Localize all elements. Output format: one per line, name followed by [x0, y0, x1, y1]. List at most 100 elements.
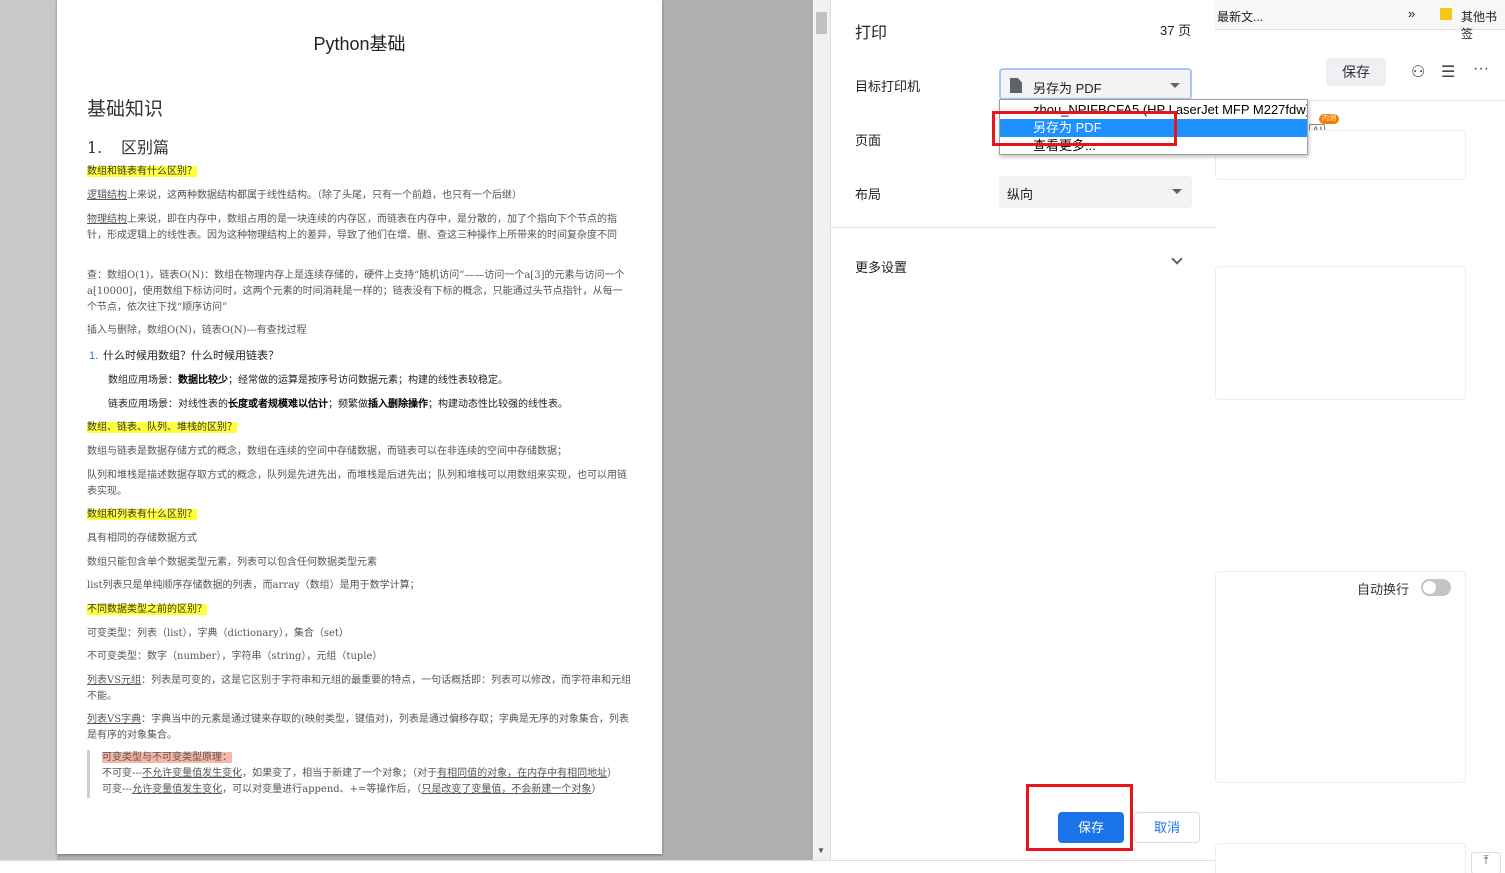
- underlined-term: 只是改变了变量值，不会新建一个对象: [421, 784, 592, 795]
- paragraph: 不可变类型：数字（number），字符串（string），元组（tuple）: [87, 651, 383, 662]
- underlined-term: 物理结构: [87, 214, 127, 225]
- destination-label: 目标打印机: [855, 79, 921, 94]
- more-settings-toggle[interactable]: 更多设置: [855, 257, 907, 276]
- question-line: 数组和链表有什么区别？: [87, 164, 632, 180]
- scroll-top-icon[interactable]: ⤒: [1471, 852, 1501, 873]
- section-title: 区别篇: [121, 138, 170, 157]
- text-span: ；经常做的运算是按序号访问数据元素；构建的线性表较稳定。: [228, 375, 508, 386]
- quote-title-line: 可变类型与不可变类型原理：: [102, 750, 635, 766]
- text-span: ，可以对变量进行append、+=等操作后，（: [222, 784, 422, 795]
- question-line: 数组、链表、队列、堆栈的区别？: [87, 420, 632, 436]
- quote-line: 不可变---不允许变量值发生变化，如果变了，相当于新建了一个对象；（对于有相同值…: [102, 766, 635, 782]
- text-span: ）: [591, 784, 602, 795]
- paragraph: 数组与链表是数据存储方式的概念，数组在连续的空间中存储数据，而链表可以在非连续的…: [87, 446, 567, 457]
- bookmark-item[interactable]: 最新文...: [1217, 8, 1263, 25]
- autowrap-toggle[interactable]: [1421, 579, 1451, 596]
- underlined-term: 列表VS元组: [87, 675, 142, 686]
- paragraph: 列表VS元组：列表是可变的，这是它区别于字符串和元组的最重要的特点，一句话概括即…: [87, 673, 632, 705]
- heading-2: 1. 区别篇: [87, 134, 169, 158]
- text-span: 可变---: [102, 784, 133, 795]
- paragraph: 链表应用场景：对线性表的长度或者规模难以估计；频繁做插入删除操作；构建动态性比较…: [108, 397, 638, 413]
- code-card: [1215, 571, 1466, 783]
- heading-1: 基础知识: [87, 98, 164, 120]
- scrollbar-thumb[interactable]: [816, 12, 827, 34]
- paragraph: list列表只是单纯顺序存储数据的列表，而array（数组）是用于数学计算；: [87, 580, 420, 591]
- page-count: 37 页: [1160, 23, 1192, 38]
- paragraph-text: 上来说，这两种数据结构都属于线性结构。（除了头尾，只有一个前趋，也只有一个后继）: [127, 190, 522, 201]
- preview-scrollbar[interactable]: ▼: [813, 0, 830, 860]
- underlined-term: 不允许变量值发生变化: [142, 768, 243, 779]
- list-number: 1.: [89, 350, 99, 362]
- bottom-strip: [0, 860, 1215, 873]
- scroll-down-arrow-icon[interactable]: ▼: [817, 846, 825, 855]
- preview-margin: [0, 0, 57, 860]
- autowrap-label: 自动换行: [1357, 582, 1410, 597]
- more-options-icon[interactable]: ···: [1473, 60, 1489, 78]
- underlined-term: 逻辑结构: [87, 190, 127, 201]
- editor-save-button[interactable]: 保存: [1326, 58, 1386, 86]
- dropdown-arrow-icon: [1170, 83, 1180, 88]
- layout-value: 纵向: [1007, 187, 1034, 202]
- text-span: 链表应用场景：对线性表的: [108, 399, 228, 410]
- paragraph: 列表VS字典：字典当中的元素是通过键来存取的(映射类型，键值对)，列表是通过偏移…: [87, 712, 632, 744]
- pages-label: 页面: [855, 133, 882, 148]
- paragraph: 物理结构上来说，即在内存中，数组占用的是一块连续的内存区，而链表在内存中，是分散…: [87, 212, 632, 244]
- paragraph: 数组只能包含单个数据类型元素，列表可以包含任何数据类型元素: [87, 557, 377, 568]
- paragraph: 逻辑结构上来说，这两种数据结构都属于线性结构。（除了头尾，只有一个前趋，也只有一…: [87, 188, 632, 204]
- bold-text: 长度或者规模难以估计: [228, 399, 328, 410]
- paragraph: 可变类型：列表（list），字典（dictionary），集合（set）: [87, 628, 349, 639]
- chevron-down-icon[interactable]: [1171, 253, 1183, 265]
- paragraph: 插入与删除，数组O(N)，链表O(N)---有查找过程: [87, 325, 307, 336]
- text-span: ，如果变了，相当于新建了一个对象；（对于: [242, 768, 438, 779]
- text-span: ；频繁做: [328, 399, 368, 410]
- print-preview-area: Python基础 基础知识 1. 区别篇 数组和链表有什么区别？ 逻辑结构上来说，…: [0, 0, 830, 860]
- paragraph-text: 上来说，即在内存中，数组占用的是一块连续的内存区，而链表在内存中，是分散的，加了…: [87, 214, 617, 241]
- layout-label: 布局: [855, 187, 882, 202]
- question-line: 不同数据类型之前的区别？: [87, 602, 632, 618]
- highlighted-question: 数组和链表有什么区别？: [87, 166, 197, 177]
- highlighted-question: 数组和列表有什么区别？: [87, 509, 197, 520]
- more-bookmarks-chevron-icon[interactable]: »: [1408, 6, 1415, 21]
- section-number: 1.: [87, 138, 103, 157]
- highlighted-quote-title: 可变类型与不可变类型原理：: [102, 752, 232, 763]
- annotation-highlight-save-button: [1026, 784, 1133, 851]
- preview-page: Python基础 基础知识 1. 区别篇 数组和链表有什么区别？ 逻辑结构上来说，…: [57, 0, 662, 854]
- paragraph: 具有相同的存储数据方式: [87, 533, 197, 544]
- list-text: 什么时候用数组？什么时候用链表？: [103, 350, 279, 362]
- paragraph-text: ：列表是可变的，这是它区别于字符串和元组的最重要的特点，一句话概括即：列表可以修…: [87, 675, 632, 702]
- bookmarks-bar: 最新文... » 其他书签: [1215, 0, 1505, 41]
- paragraph: 队列和堆栈是描述数据存取方式的概念，队列是先进先出，而堆栈是后进先出；队列和堆栈…: [87, 470, 627, 497]
- list-item: 1. 什么时候用数组？什么时候用链表？: [87, 348, 632, 364]
- question-line: 数组和列表有什么区别？: [87, 507, 632, 523]
- text-span: 不可变---: [102, 768, 143, 779]
- text-span: ；构建动态性比较强的线性表。: [428, 399, 568, 410]
- underlined-term: 允许变量值发生变化: [132, 784, 223, 795]
- paragraph-text: ：字典当中的元素是通过键来存取的(映射类型，键值对)，列表是通过偏移存取；字典是…: [87, 714, 629, 741]
- bold-text: 数据比较少: [178, 375, 228, 386]
- file-icon: [1010, 78, 1022, 93]
- text-span: 数组应用场景：: [108, 375, 178, 386]
- share-user-icon[interactable]: ⚇: [1411, 62, 1425, 82]
- document-title: Python基础: [313, 34, 406, 54]
- screen: 最新文... » 其他书签 保存 ⚇ ☰ ··· AI 内测 自动换行 ⤒ Py…: [0, 0, 1505, 873]
- layout-select[interactable]: 纵向: [999, 176, 1192, 208]
- destination-select[interactable]: 另存为 PDF: [999, 68, 1192, 100]
- paragraph: 查：数组O(1)，链表O(N)：数组在物理内存上是连续存储的，硬件上支持“随机访…: [87, 270, 625, 313]
- paragraph: 数组应用场景：数据比较少；经常做的运算是按序号访问数据元素；构建的线性表较稳定。: [108, 373, 628, 389]
- text-span: ）: [607, 768, 618, 779]
- dialog-title: 打印: [855, 25, 888, 42]
- bold-text: 插入删除操作: [368, 399, 428, 410]
- annotation-highlight-save-pdf: [992, 111, 1177, 146]
- dropdown-arrow-icon: [1172, 189, 1182, 194]
- search-list-icon[interactable]: ☰: [1441, 62, 1455, 82]
- beta-badge: 内测: [1319, 114, 1339, 124]
- highlighted-question: 数组、链表、队列、堆栈的区别？: [87, 422, 237, 433]
- quote-line: 可变---允许变量值发生变化，可以对变量进行append、+=等操作后，（只是改…: [102, 782, 635, 798]
- content-card: [1215, 266, 1466, 400]
- blockquote: 可变类型与不可变类型原理： 不可变---不允许变量值发生变化，如果变了，相当于新…: [87, 750, 635, 798]
- underlined-term: 有相同值的对象，在内存中有相同地址: [437, 768, 608, 779]
- cancel-button[interactable]: 取消: [1134, 812, 1200, 843]
- other-bookmarks-link[interactable]: 其他书签: [1461, 8, 1505, 42]
- content-card: [1215, 843, 1466, 873]
- highlighted-question: 不同数据类型之前的区别？: [87, 604, 207, 615]
